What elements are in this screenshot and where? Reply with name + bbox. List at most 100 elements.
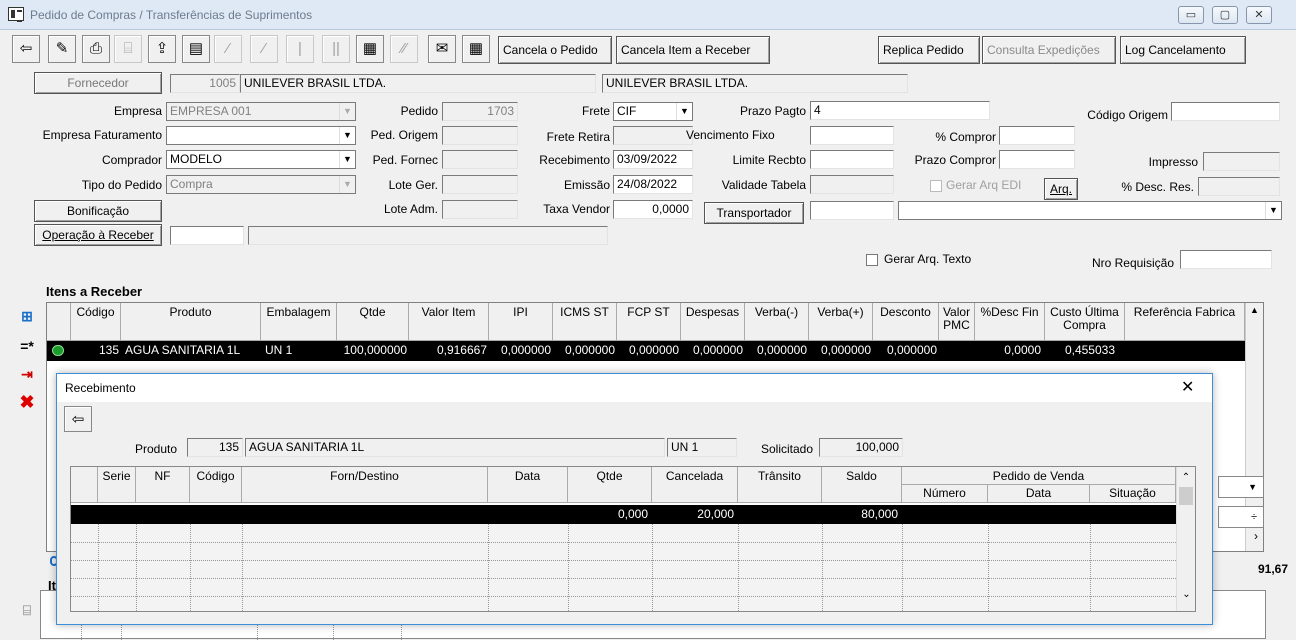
fixed-due-field[interactable] <box>810 126 894 145</box>
col-valor-pmc[interactable]: Valor PMC <box>939 303 975 341</box>
col-produto[interactable]: Produto <box>121 303 261 341</box>
print-icon[interactable]: ⎙ <box>82 35 110 63</box>
issue-date-field[interactable]: 24/08/2022 <box>613 175 693 194</box>
origin-code-field[interactable] <box>1171 102 1280 121</box>
col-cancelada[interactable]: Cancelada <box>652 467 738 503</box>
freight-select[interactable]: CIF ▼ <box>613 102 693 121</box>
edi-checkbox[interactable] <box>930 180 942 192</box>
col-saldo[interactable]: Saldo <box>822 467 902 503</box>
freight-pickup-label: Frete Retira <box>546 130 610 144</box>
delete-item-icon[interactable]: ✖ <box>16 392 38 414</box>
payment-term-field[interactable]: 4 <box>810 101 990 120</box>
equals-icon[interactable]: =* <box>16 336 38 358</box>
cell-disc-fin: 0,0000 <box>1004 343 1041 357</box>
col-desc-fin[interactable]: %Desc Fin <box>975 303 1045 341</box>
col-situacao[interactable]: Situação <box>1090 485 1176 503</box>
cancel-order-button[interactable]: Cancela o Pedido <box>498 36 612 64</box>
col-referencia[interactable]: Referência Fabrica <box>1125 303 1245 341</box>
move-item-icon[interactable]: ⇥ <box>16 364 38 386</box>
col-transito[interactable]: Trânsito <box>738 467 822 503</box>
pct-buy-field[interactable] <box>999 126 1075 145</box>
document-icon[interactable]: ⌸ <box>114 35 142 63</box>
buyer-select[interactable]: MODELO ▼ <box>166 150 356 169</box>
close-window-button[interactable]: ✕ <box>1246 6 1272 24</box>
col-qtde[interactable]: Qtde <box>337 303 409 341</box>
maximize-button[interactable]: ▢ <box>1212 6 1238 24</box>
text-file-checkbox[interactable] <box>866 254 878 266</box>
col-serie[interactable]: Serie <box>98 467 136 503</box>
upload-icon[interactable]: ⇪ <box>148 35 176 63</box>
chevron-down-icon[interactable]: ▼ <box>1218 476 1264 498</box>
last-icon[interactable]: || <box>322 35 350 63</box>
printed-field <box>1203 152 1280 171</box>
term-buy-field[interactable] <box>999 150 1075 169</box>
company-select[interactable]: EMPRESA 001 ▼ <box>166 102 356 121</box>
bonus-button[interactable]: Bonificação <box>34 200 162 222</box>
col-ipi[interactable]: IPI <box>489 303 553 341</box>
add-item-icon[interactable]: ⊞ <box>16 306 38 328</box>
carrier-select[interactable]: ▼ <box>898 201 1282 220</box>
receipt-limit-field[interactable] <box>810 150 894 169</box>
receipt-dialog: Recebimento ✕ ⇦ Produto 135 AGUA SANITAR… <box>56 373 1213 625</box>
dialog-product-label: Produto <box>134 442 177 456</box>
receipt-grid[interactable]: Serie NF Código Forn/Destino Data Qtde C… <box>70 466 1196 612</box>
cancel-item-button[interactable]: Cancela Item a Receber <box>616 36 770 64</box>
receipt-scrollbar[interactable]: ⌃ ⌄ <box>1176 467 1195 611</box>
col-embalagem[interactable]: Embalagem <box>261 303 337 341</box>
replicate-order-button[interactable]: Replica Pedido <box>878 36 980 64</box>
col-despesas[interactable]: Despesas <box>681 303 745 341</box>
edit-icon[interactable]: ✎ <box>48 35 76 63</box>
col-data[interactable]: Data <box>488 467 568 503</box>
next-icon[interactable]: | <box>286 35 314 63</box>
table-row[interactable]: 135 AGUA SANITARIA 1L UN 1 100,000000 0,… <box>47 341 1245 361</box>
cancel-log-button[interactable]: Log Cancelamento <box>1120 36 1246 64</box>
doc-icon[interactable]: ⌸ <box>16 600 38 622</box>
operation-receive-field[interactable] <box>170 226 244 245</box>
col-desconto[interactable]: Desconto <box>873 303 939 341</box>
first-icon[interactable]: ⁄ <box>214 35 242 63</box>
scroll-up-icon[interactable]: ▲ <box>1246 303 1263 317</box>
supplier-button[interactable]: Fornecedor <box>34 72 162 94</box>
col-fcp-st[interactable]: FCP ST <box>617 303 681 341</box>
exit-icon[interactable]: ⇦ <box>12 35 40 63</box>
chevron-right-icon[interactable]: › <box>1218 528 1264 546</box>
col-verba-plus[interactable]: Verba(+) <box>809 303 873 341</box>
table-icon[interactable]: ▦ <box>356 35 384 63</box>
col-qtde[interactable]: Qtde <box>568 467 652 503</box>
col-codigo[interactable]: Código <box>190 467 242 503</box>
col-forn-destino[interactable]: Forn/Destino <box>242 467 488 503</box>
minimize-button[interactable]: ▭ <box>1178 6 1204 24</box>
chevron-up-icon[interactable]: ⌃ <box>1177 471 1195 485</box>
notes-icon[interactable]: ✉ <box>428 35 456 63</box>
col-nf[interactable]: NF <box>136 467 190 503</box>
order-type-select[interactable]: Compra ▼ <box>166 175 356 194</box>
consult-shipments-button[interactable]: Consulta Expedições <box>982 36 1116 64</box>
calendar-icon[interactable]: ▦ <box>462 35 490 63</box>
supplier-code-field[interactable]: 1005 <box>170 74 240 93</box>
billing-company-select[interactable]: ▼ <box>166 126 356 145</box>
close-icon[interactable]: ✕ <box>1181 377 1194 397</box>
spin-icon[interactable]: ÷ <box>1218 506 1264 528</box>
operation-receive-button[interactable]: Operação à Receber <box>34 224 162 246</box>
prev-icon[interactable]: ⁄ <box>250 35 278 63</box>
col-icms-st[interactable]: ICMS ST <box>553 303 617 341</box>
col-custo-ultima[interactable]: Custo Última Compra <box>1045 303 1125 341</box>
carrier-button[interactable]: Transportador <box>704 202 804 224</box>
carrier-code-field[interactable] <box>810 201 894 220</box>
col-codigo[interactable]: Código <box>71 303 121 341</box>
exit-icon[interactable]: ⇦ <box>64 406 92 432</box>
pen-icon[interactable]: ⁄⁄ <box>390 35 418 63</box>
arq-button[interactable]: Arq. <box>1044 178 1078 200</box>
col-verba-minus[interactable]: Verba(-) <box>745 303 809 341</box>
col-valor-item[interactable]: Valor Item <box>409 303 489 341</box>
freight-label: Frete <box>581 104 610 118</box>
printer-red-icon[interactable]: ▤ <box>182 35 210 63</box>
col-data-venda[interactable]: Data <box>988 485 1090 503</box>
chevron-down-icon[interactable]: ⌄ <box>1177 589 1196 600</box>
col-numero[interactable]: Número <box>902 485 988 503</box>
table-row[interactable]: 0,000 20,000 80,000 <box>71 505 1176 524</box>
vendor-rate-field[interactable]: 0,0000 <box>613 200 693 219</box>
receipt-date-field[interactable]: 03/09/2022 <box>613 150 693 169</box>
requisition-field[interactable] <box>1180 250 1272 269</box>
operation-desc-field <box>248 226 608 245</box>
